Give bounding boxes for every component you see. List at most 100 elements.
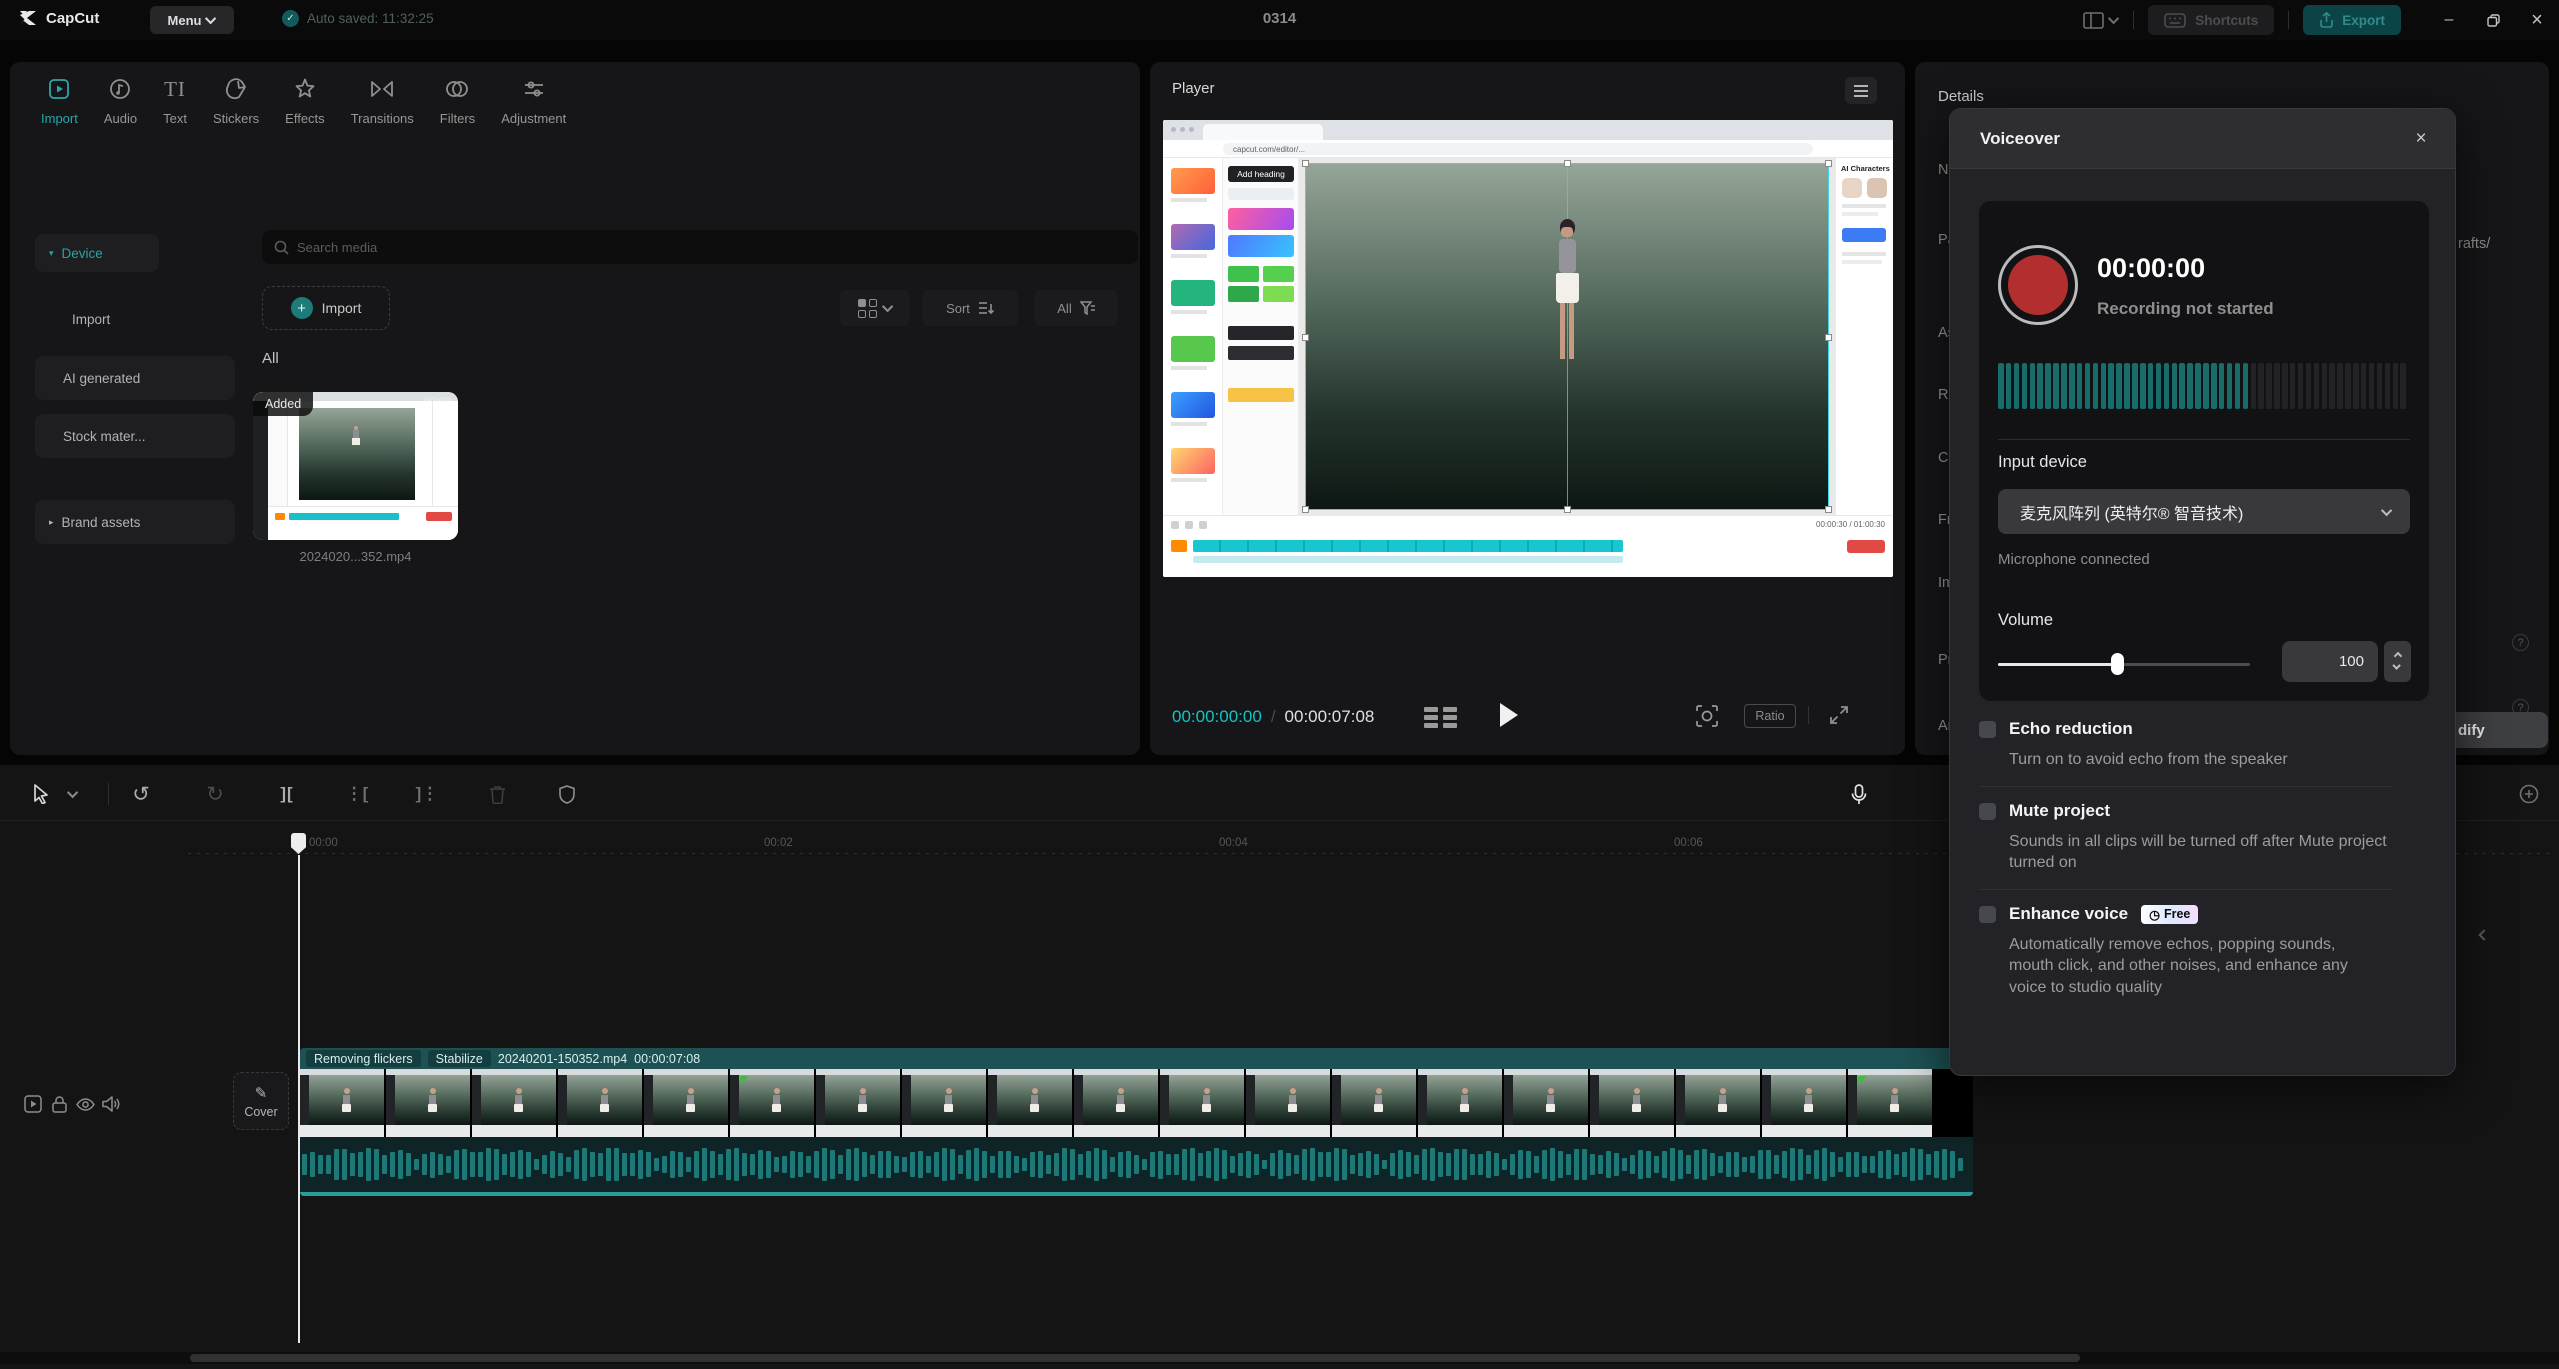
input-device-select[interactable]: 麦克风阵列 (英特尔® 智音技术) [1998, 489, 2410, 534]
tab-stickers[interactable]: Stickers [200, 68, 272, 134]
play-icon [1500, 703, 1518, 727]
free-badge-label: Free [2164, 907, 2190, 921]
fullscreen-button[interactable] [1828, 704, 1850, 726]
clip-frame-thumbnail [902, 1069, 988, 1137]
video-clip[interactable]: Removing flickers Stabilize 20240201-150… [300, 1048, 1973, 1196]
record-voiceover-button[interactable] [1846, 781, 1872, 807]
clip-effect-badge[interactable]: Removing flickers [306, 1050, 421, 1067]
sidebar-label: Stock mater... [63, 429, 146, 444]
zoom-fit-button[interactable] [2516, 781, 2542, 807]
divider [2288, 11, 2289, 29]
clip-frame-thumbnail [1676, 1069, 1762, 1137]
shield-icon [559, 785, 575, 804]
sidebar-item-brand-assets[interactable]: ▸ Brand assets [35, 500, 235, 544]
tool-chevron[interactable] [66, 781, 82, 807]
option-description: Automatically remove echos, popping soun… [2009, 934, 2365, 997]
mute-project-checkbox[interactable] [1979, 803, 1996, 820]
option-enhance-voice: Enhance voice ◷ Free Automatically remov… [1979, 889, 2391, 1013]
tab-effects[interactable]: Effects [272, 68, 338, 134]
mask-button[interactable] [554, 781, 580, 807]
sidebar-item-ai-generated[interactable]: AI generated [35, 356, 235, 400]
import-label: Import [322, 300, 362, 316]
shortcuts-button[interactable]: Shortcuts [2148, 5, 2274, 35]
filter-button[interactable]: All [1034, 290, 1118, 326]
sort-button[interactable]: Sort [922, 290, 1018, 326]
close-icon[interactable]: × [2407, 125, 2435, 153]
playhead-line [298, 855, 300, 1343]
clip-frame-thumbnail [816, 1069, 902, 1137]
input-device-label: Input device [1998, 453, 2087, 472]
restore-button[interactable] [2471, 0, 2515, 40]
tab-import[interactable]: Import [28, 68, 91, 134]
view-toggle-button[interactable] [840, 290, 910, 326]
close-button[interactable]: × [2515, 0, 2559, 40]
preview-panel-title: AI Characters [1841, 164, 1890, 173]
layout-toggle-button[interactable] [2083, 12, 2119, 29]
preview-quality-button[interactable] [1695, 704, 1719, 728]
delete-left-button[interactable]: ⋮[ [344, 781, 370, 807]
effects-icon [293, 76, 317, 102]
scrollbar-thumb[interactable] [190, 1354, 2080, 1362]
tab-audio[interactable]: Audio [91, 68, 150, 134]
timeline-scrollbar[interactable] [0, 1352, 2559, 1364]
clip-effect-badge[interactable]: Stabilize [428, 1050, 491, 1067]
preview-app-body: Add heading [1163, 158, 1893, 515]
echo-reduction-checkbox[interactable] [1979, 721, 1996, 738]
clip-frame-thumbnail [730, 1069, 816, 1137]
record-button[interactable] [1998, 245, 2078, 325]
modify-label: dify [2458, 722, 2485, 739]
titlebar: CapCut Menu ✓ Auto saved: 11:32:25 0314 … [0, 0, 2559, 40]
sidebar-item-device[interactable]: ▾ Device [35, 234, 159, 272]
mute-track-button[interactable] [100, 1093, 122, 1115]
clock-icon: ◷ [2149, 907, 2160, 922]
play-button[interactable] [1500, 703, 1518, 727]
tab-transitions[interactable]: Transitions [338, 68, 427, 134]
hide-track-button[interactable] [74, 1093, 96, 1115]
lock-track-button[interactable] [48, 1093, 70, 1115]
tab-text[interactable]: TI Text [150, 68, 200, 134]
undo-button[interactable]: ↺ [128, 781, 154, 807]
import-media-button[interactable]: + Import [262, 286, 390, 330]
player-timecodes: 00:00:00:00 / 00:00:07:08 [1172, 707, 1374, 727]
sidebar-item-import[interactable]: Import [58, 302, 124, 336]
player-menu-button[interactable] [1845, 77, 1877, 104]
enhance-voice-checkbox[interactable] [1979, 906, 1996, 923]
media-item[interactable]: Added 00:08 [253, 392, 458, 540]
import-icon [47, 76, 71, 102]
sidebar-item-stock-materials[interactable]: Stock mater... [35, 414, 235, 458]
keyboard-icon [2164, 13, 2186, 28]
select-tool-button[interactable] [28, 781, 54, 807]
volume-slider-thumb[interactable] [2111, 653, 2124, 675]
ratio-button[interactable]: Ratio [1744, 704, 1796, 728]
sort-icon [978, 301, 994, 315]
chevron-up-icon [2393, 652, 2401, 660]
player-panel: Player capcut.com/editor/... Add heading [1150, 62, 1905, 755]
layout-icon [2083, 12, 2104, 29]
sidebar-label: Device [62, 246, 103, 261]
collapse-chevron-icon[interactable] [2480, 926, 2488, 944]
tab-adjustment[interactable]: Adjustment [488, 68, 579, 134]
cover-button[interactable]: ✎ Cover [233, 1072, 289, 1130]
voiceover-options: Echo reduction Turn on to avoid echo fro… [1979, 705, 2391, 1014]
media-panel: Import Audio TI Text Stickers Effects Tr… [10, 62, 1140, 755]
volume-input[interactable] [2282, 641, 2378, 682]
filter-all-label: All [1057, 301, 1071, 316]
delete-button[interactable] [484, 781, 510, 807]
search-input[interactable] [297, 240, 1126, 255]
export-button[interactable]: Export [2303, 5, 2401, 35]
media-tabs: Import Audio TI Text Stickers Effects Tr… [28, 68, 579, 134]
minimize-button[interactable]: – [2427, 0, 2471, 40]
frame-view-button[interactable] [1424, 707, 1458, 729]
tab-filters[interactable]: Filters [427, 68, 488, 134]
volume-stepper[interactable] [2384, 641, 2411, 682]
redo-button[interactable]: ↻ [202, 781, 228, 807]
filters-icon [444, 76, 470, 102]
clip-thumbnails [300, 1069, 1973, 1137]
help-icon[interactable]: ? [2512, 634, 2529, 651]
playhead-handle[interactable] [291, 833, 306, 854]
preview-right-panel: AI Characters [1835, 158, 1893, 515]
main-track-icon[interactable] [22, 1093, 44, 1115]
delete-right-button[interactable]: ]⋮ [414, 781, 440, 807]
volume-slider[interactable] [1998, 663, 2250, 666]
split-button[interactable]: ][ [274, 781, 300, 807]
